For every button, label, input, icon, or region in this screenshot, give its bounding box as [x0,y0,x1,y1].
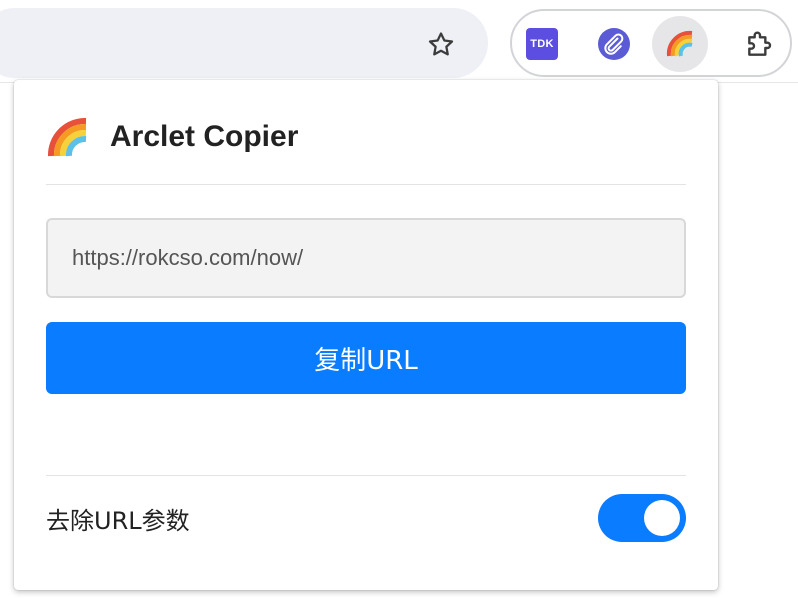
remove-params-option: 去除URL参数 [46,490,686,546]
rainbow-icon [666,30,693,57]
puzzle-icon [748,31,772,56]
toggle-knob [644,500,680,536]
tdk-extension-button[interactable]: TDK [520,22,564,66]
paperclip-extension-button[interactable] [592,22,636,66]
url-field[interactable] [46,218,686,298]
extensions-toolbar: TDK [510,9,792,77]
bookmark-star-button[interactable] [420,24,462,66]
extensions-menu-button[interactable] [738,22,782,66]
popup-header: Arclet Copier [46,116,298,158]
header-divider [46,184,686,185]
copy-url-button[interactable]: 复制URL [46,322,686,394]
star-outline-icon [428,32,454,56]
tdk-icon: TDK [526,28,558,60]
arclet-copier-extension-button[interactable] [652,16,708,72]
address-bar[interactable] [0,8,488,78]
remove-params-label: 去除URL参数 [46,506,190,535]
extension-popup: Arclet Copier 复制URL 去除URL参数 [14,80,718,590]
popup-title: Arclet Copier [110,120,299,153]
remove-params-toggle[interactable] [598,494,686,542]
copy-url-button-label: 复制URL [314,345,418,376]
options-divider [46,475,686,476]
tdk-icon-label: TDK [530,38,554,50]
rainbow-icon [46,115,90,159]
paperclip-icon [598,28,630,60]
